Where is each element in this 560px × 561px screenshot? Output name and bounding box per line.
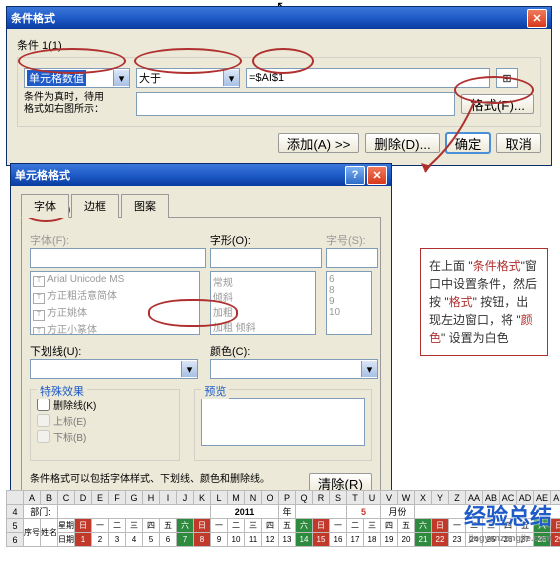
close-icon[interactable]: ✕ <box>527 9 547 28</box>
superscript-check: 上标(E) <box>37 413 173 428</box>
titlebar[interactable]: 单元格格式 ? ✕ <box>11 164 391 186</box>
font-input[interactable] <box>30 248 206 268</box>
condition-label: 条件 1(1) <box>17 37 541 53</box>
watermark-url: jingyanzongjie.com <box>468 533 552 543</box>
font-list[interactable]: TArial Unicode MS T方正粗活意简体 T方正姚体 T方正小篆体 <box>30 271 200 335</box>
tab-font[interactable]: 字体 <box>21 194 69 218</box>
close-icon[interactable]: ✕ <box>367 166 387 185</box>
preview-label: 预览 <box>201 383 229 399</box>
hint-text: 条件格式可以包括字体样式、下划线、颜色和删除线。 <box>30 473 303 486</box>
size-input[interactable] <box>326 248 378 268</box>
format-button[interactable]: 格式(F)... <box>461 94 534 114</box>
title: 单元格格式 <box>15 167 343 183</box>
chevron-down-icon[interactable]: ▾ <box>361 361 377 377</box>
delete-button[interactable]: 删除(D)... <box>365 133 439 153</box>
subscript-check: 下标(B) <box>37 429 173 444</box>
range-picker-icon[interactable]: ⊞ <box>496 68 518 88</box>
tabs: 字体 边框 图案 <box>21 194 381 218</box>
style-input[interactable] <box>210 248 322 268</box>
operator-combo[interactable]: 大于▾ <box>136 68 240 88</box>
style-label: 字形(O): <box>210 232 316 248</box>
watermark: 经验总结 <box>464 499 552 531</box>
chevron-down-icon[interactable]: ▾ <box>181 361 197 377</box>
style-list[interactable]: 常规 倾斜 加粗 加粗 倾斜 <box>210 271 316 335</box>
help-icon[interactable]: ? <box>345 166 365 185</box>
cell-value-combo[interactable]: 单元格数值▾ <box>24 68 130 88</box>
tab-pattern[interactable]: 图案 <box>121 194 169 218</box>
size-label: 字号(S): <box>326 232 372 248</box>
title: 条件格式 <box>11 10 525 26</box>
ok-button[interactable]: 确定 <box>446 133 491 153</box>
add-button[interactable]: 添加(A) >> <box>278 133 360 153</box>
chevron-down-icon[interactable]: ▾ <box>113 70 129 86</box>
color-combo[interactable]: ▾ <box>210 359 378 379</box>
font-label: 字体(F): <box>30 232 200 248</box>
underline-combo[interactable]: ▾ <box>30 359 198 379</box>
preview-label: 条件为真时，待用 格式如右图所示： <box>24 92 130 116</box>
dept-cell: 部门: <box>24 505 58 519</box>
dialog-conditional-format: 条件格式 ✕ 条件 1(1) 单元格数值▾ 大于▾ =$AI$1 ⊞ 条件为真时… <box>6 6 552 166</box>
tab-border[interactable]: 边框 <box>71 194 119 218</box>
strikethrough-check[interactable]: 删除线(K) <box>37 397 173 412</box>
color-label: 颜色(C): <box>210 343 372 359</box>
format-preview <box>136 92 455 116</box>
size-list[interactable]: 6 8 9 10 <box>326 271 372 335</box>
annotation-note: 在上面 "条件格式"窗口中设置条件，然后按 "格式" 按钮，出现左边窗口，将 "… <box>420 248 548 356</box>
underline-label: 下划线(U): <box>30 343 192 359</box>
cancel-button[interactable]: 取消 <box>496 133 541 153</box>
effects-label: 特殊效果 <box>37 383 87 399</box>
preview-box <box>201 398 365 446</box>
chevron-down-icon[interactable]: ▾ <box>223 70 239 86</box>
formula-input[interactable]: =$AI$1 <box>246 68 490 88</box>
titlebar[interactable]: 条件格式 ✕ <box>7 7 551 29</box>
